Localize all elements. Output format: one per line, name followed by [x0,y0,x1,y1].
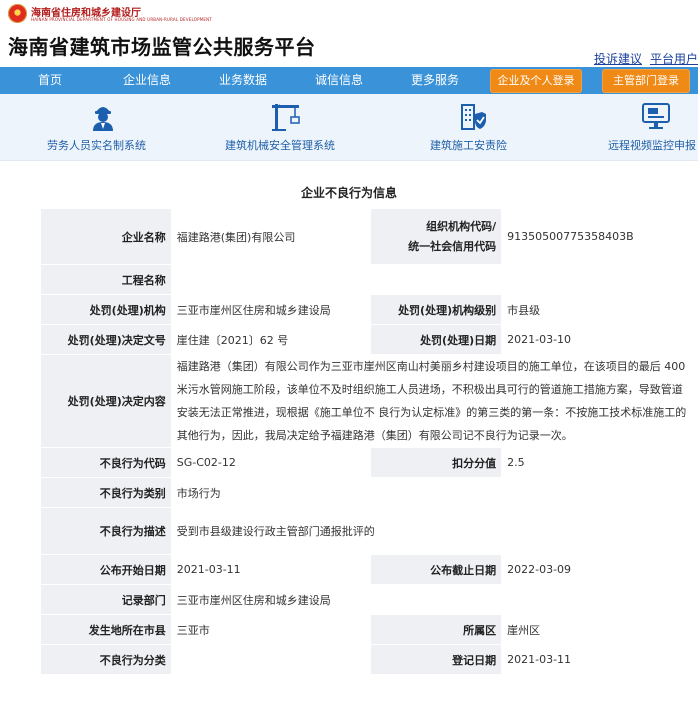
score-label: 扣分分值 [370,447,503,478]
table-row: 处罚(处理)决定内容 福建路港（集团）有限公司作为三亚市崖州区南山村美丽乡村建设… [40,354,698,448]
district-label: 所属区 [370,614,503,645]
company-name-label: 企业名称 [40,208,172,265]
register-date-label: 登记日期 [370,644,503,675]
authority-level-value: 市县级 [501,294,698,325]
table-row: 不良行为分类 登记日期 2021-03-11 [40,644,698,675]
district-value: 崖州区 [501,614,698,645]
decision-content-value: 福建路港（集团）有限公司作为三亚市崖州区南山村美丽乡村建设项目的施工单位，在该项… [170,354,698,448]
monitor-icon [642,103,670,129]
system-label: 建筑机械安全管理系统 [225,139,335,152]
org-code-value: 91350500775358403B [501,208,698,265]
platform-user-link[interactable]: 平台用户 [650,52,698,66]
org-code-label-line1: 组织机构代码/ [426,219,497,233]
project-name-label: 工程名称 [40,264,172,295]
org-code-label: 组织机构代码/统一社会信用代码 [370,208,503,265]
table-row: 发生地所在市县 三亚市 所属区 崖州区 [40,614,698,645]
system-label: 劳务人员实名制系统 [47,139,146,152]
site-title: 海南省建筑市场监管公共服务平台 [8,35,316,59]
table-row: 处罚(处理)机构 三亚市崖州区住房和城乡建设局 处罚(处理)机构级别 市县级 [40,294,698,325]
bad-behavior-code-value: SG-C02-12 [170,447,372,478]
table-row: 不良行为代码 SG-C02-12 扣分分值 2.5 [40,447,698,478]
system-label: 远程视频监控申报 [608,139,696,152]
worker-icon [93,107,113,131]
authority-level-label: 处罚(处理)机构级别 [370,294,503,325]
behavior-class-value [170,644,372,675]
decision-no-label: 处罚(处理)决定文号 [40,324,172,355]
city-value: 三亚市 [170,614,372,645]
table-row: 不良行为类别 市场行为 [40,477,698,508]
authority-login-button[interactable]: 主管部门登录 [602,69,690,93]
record-dept-value: 三亚市崖州区住房和城乡建设局 [170,584,698,615]
authority-label: 处罚(处理)机构 [40,294,172,325]
department-name-en: HAINAN PROVINCIAL DEPARTMENT OF HOUSING … [31,17,212,22]
nav-item-business-data[interactable]: 业务数据 [210,67,276,94]
behavior-category-value: 市场行为 [170,477,698,508]
behavior-desc-value: 受到市县级建设行政主管部门通报批评的 [170,507,698,555]
system-video-monitoring[interactable]: 远程视频监控申报 [602,94,698,160]
enterprise-login-button[interactable]: 企业及个人登录 [490,69,582,93]
decision-content-label: 处罚(处理)决定内容 [40,354,172,448]
record-dept-label: 记录部门 [40,584,172,615]
nav-item-enterprise[interactable]: 企业信息 [114,67,180,94]
org-code-label-line2: 统一社会信用代码 [408,239,497,253]
top-header: 海南省住房和城乡建设厅 HAINAN PROVINCIAL DEPARTMENT… [0,0,698,27]
publish-start-label: 公布开始日期 [40,554,172,585]
publish-end-label: 公布截止日期 [370,554,503,585]
decision-date-label: 处罚(处理)日期 [370,324,503,355]
nav-item-home[interactable]: 首页 [22,67,78,94]
table-row: 工程名称 [40,264,698,295]
bad-behavior-table: 企业名称 福建路港(集团)有限公司 组织机构代码/统一社会信用代码 913505… [40,208,698,675]
main-nav: 首页 企业信息 业务数据 诚信信息 更多服务 企业及个人登录 主管部门登录 [0,67,698,94]
crane-icon [272,104,300,131]
decision-no-value: 崖住建〔2021〕62 号 [170,324,372,355]
system-label: 建筑施工安责险 [430,139,507,152]
project-name-value [170,264,698,295]
table-row: 不良行为描述 受到市县级建设行政主管部门通报批评的 [40,507,698,555]
company-name-value: 福建路港(集团)有限公司 [170,208,372,265]
system-machinery-safety[interactable]: 建筑机械安全管理系统 [220,94,350,160]
complaint-link[interactable]: 投诉建议 [594,52,642,66]
system-labor-realname[interactable]: 劳务人员实名制系统 [40,94,170,160]
behavior-desc-label: 不良行为描述 [40,507,172,555]
nav-item-credit[interactable]: 诚信信息 [306,67,372,94]
top-links: 投诉建议 平台用户 [586,50,698,67]
bad-behavior-code-label: 不良行为代码 [40,447,172,478]
system-safety-insurance[interactable]: 建筑施工安责险 [420,94,530,160]
authority-value: 三亚市崖州区住房和城乡建设局 [170,294,372,325]
city-label: 发生地所在市县 [40,614,172,645]
publish-end-value: 2022-03-09 [501,554,698,585]
register-date-value: 2021-03-11 [501,644,698,675]
nav-item-more-services[interactable]: 更多服务 [402,67,468,94]
section-title: 企业不良行为信息 [300,186,397,200]
table-row: 企业名称 福建路港(集团)有限公司 组织机构代码/统一社会信用代码 913505… [40,208,698,265]
behavior-category-label: 不良行为类别 [40,477,172,508]
table-row: 记录部门 三亚市崖州区住房和城乡建设局 [40,584,698,615]
table-row: 处罚(处理)决定文号 崖住建〔2021〕62 号 处罚(处理)日期 2021-0… [40,324,698,355]
system-shortcut-bar: 劳务人员实名制系统 建筑机械安全管理系统 建筑施工安责险 远程视频监控申报 [0,94,698,161]
national-emblem-icon [8,4,27,23]
decision-date-value: 2021-03-10 [501,324,698,355]
publish-start-value: 2021-03-11 [170,554,372,585]
table-row: 公布开始日期 2021-03-11 公布截止日期 2022-03-09 [40,554,698,585]
score-value: 2.5 [501,447,698,478]
behavior-class-label: 不良行为分类 [40,644,172,675]
building-shield-icon [461,104,486,130]
